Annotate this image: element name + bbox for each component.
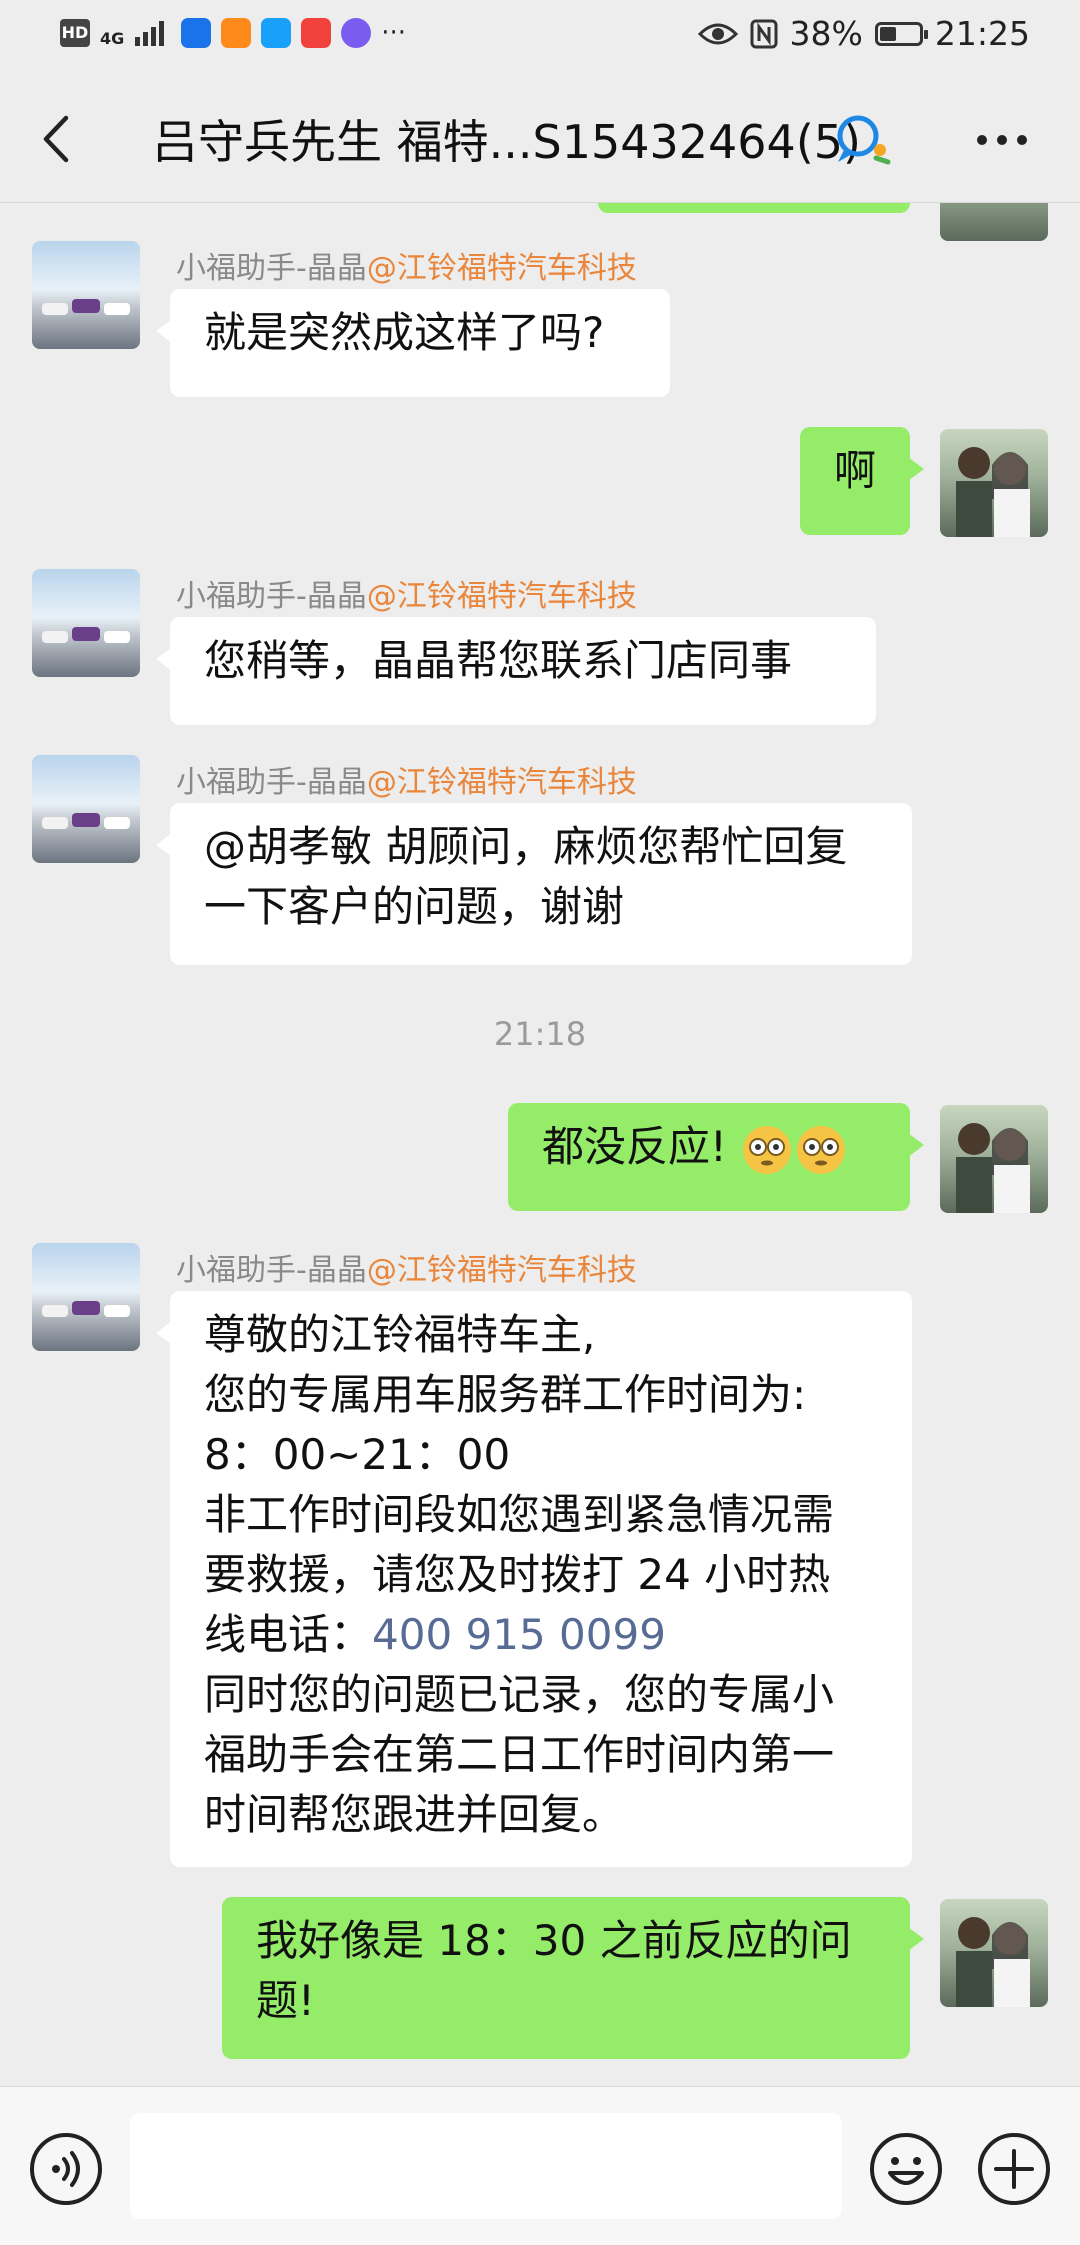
user-photo bbox=[956, 1123, 1030, 1213]
emoji-icon[interactable] bbox=[868, 2131, 944, 2207]
assistant-avatar[interactable] bbox=[32, 755, 140, 863]
message-text-line: 我好像是 18：30 之前反应的问 bbox=[256, 1916, 852, 1965]
sender-org: @江铃福特汽车科技 bbox=[366, 579, 637, 614]
message-text-line: 您的专属用车服务群工作时间为: bbox=[204, 1370, 807, 1419]
eye-icon bbox=[697, 23, 738, 44]
assistant-avatar[interactable] bbox=[32, 569, 140, 677]
message-text-line: 尊敬的江铃福特车主, bbox=[204, 1310, 596, 1359]
network-label: 4G bbox=[100, 29, 125, 48]
message-text-line: 要救援，请您及时拨打 24 小时热 bbox=[204, 1550, 831, 1599]
phone-label: 线电话： bbox=[204, 1610, 373, 1659]
bulb-app-icon bbox=[181, 18, 212, 48]
message-text: 都没反应! bbox=[542, 1122, 727, 1171]
user-photo bbox=[956, 447, 1030, 537]
user-avatar[interactable] bbox=[940, 1105, 1048, 1213]
message-timestamp: 21:18 bbox=[493, 1015, 587, 1053]
message-text-line: @胡孝敏 胡顾问，麻烦您帮忙回复 bbox=[204, 822, 848, 871]
message-text-line: 题! bbox=[256, 1976, 315, 2025]
user-avatar[interactable] bbox=[940, 1899, 1048, 2007]
chat-header: 吕守兵先生 福特...S15432464(5) bbox=[0, 72, 1080, 203]
sender-org: @江铃福特汽车科技 bbox=[366, 765, 637, 800]
assistant-avatar[interactable] bbox=[32, 1243, 140, 1351]
input-bar bbox=[0, 2086, 1080, 2245]
phone-number-link[interactable]: 400 915 0099 bbox=[372, 1610, 666, 1659]
signal-icon: 4G bbox=[100, 19, 171, 47]
user-photo bbox=[956, 1917, 1030, 2007]
back-arrow-icon[interactable] bbox=[36, 112, 80, 166]
status-bar: HD 4G ··· 38% 21:25 bbox=[0, 0, 1080, 72]
message-text-line: 线电话：400 915 0099 bbox=[204, 1605, 878, 1665]
sender-name: 小福助手-晶晶 bbox=[176, 1253, 367, 1288]
car-avatar-image bbox=[42, 627, 130, 643]
car-avatar-image bbox=[42, 1301, 130, 1317]
music-app-icon bbox=[341, 18, 372, 48]
car-avatar-image bbox=[42, 813, 130, 829]
plus-icon[interactable] bbox=[976, 2131, 1052, 2207]
video-app-icon bbox=[221, 18, 252, 48]
sender-org: @江铃福特汽车科技 bbox=[366, 251, 637, 286]
flushed-emoji-icon bbox=[743, 1125, 792, 1174]
hd-badge: HD bbox=[60, 19, 90, 47]
status-left: HD 4G ··· bbox=[60, 18, 406, 48]
car-avatar-image bbox=[42, 299, 130, 315]
message-text: 您稍等，晶晶帮您联系门店同事 bbox=[204, 636, 793, 685]
message-bubble[interactable]: 尊敬的江铃福特车主, 您的专属用车服务群工作时间为: 8：00~21：00 非工… bbox=[156, 1291, 912, 1867]
message-bubble[interactable]: 就是突然成这样了吗? bbox=[156, 289, 670, 397]
search-chat-icon[interactable] bbox=[832, 112, 896, 168]
message-text-line: 非工作时间段如您遇到紧急情况需 bbox=[204, 1490, 835, 1539]
message-text-line: 8：00~21：00 bbox=[204, 1430, 511, 1479]
battery-percent: 38% bbox=[789, 14, 863, 53]
chat-messages[interactable]: 小福助手-晶晶@江铃福特汽车科技 就是突然成这样了吗? 啊 小福助手-晶晶@江铃… bbox=[0, 203, 1080, 2085]
message-text: 就是突然成这样了吗? bbox=[204, 308, 605, 357]
message-text-line: 福助手会在第二日工作时间内第一 bbox=[204, 1730, 835, 1779]
message-bubble[interactable]: 啊 bbox=[800, 427, 924, 535]
message-bubble[interactable]: 都没反应! bbox=[508, 1103, 924, 1211]
sender-name: 小福助手-晶晶 bbox=[176, 251, 367, 286]
voice-input-icon[interactable] bbox=[28, 2131, 104, 2207]
message-text-line: 时间帮您跟进并回复。 bbox=[204, 1790, 625, 1839]
message-text-line: 一下客户的问题，谢谢 bbox=[204, 882, 625, 931]
message-bubble[interactable]: @胡孝敏 胡顾问，麻烦您帮忙回复 一下客户的问题，谢谢 bbox=[156, 803, 912, 965]
message-bubble[interactable]: 我好像是 18：30 之前反应的问 题! bbox=[222, 1897, 924, 2059]
message-bubble[interactable]: 您稍等，晶晶帮您联系门店同事 bbox=[156, 617, 876, 725]
battery-fill bbox=[879, 26, 896, 41]
more-options-icon[interactable] bbox=[974, 130, 1030, 150]
search-app-icon bbox=[261, 18, 292, 48]
status-right: 38% 21:25 bbox=[697, 14, 1030, 53]
more-notifications: ··· bbox=[381, 18, 407, 48]
message-input[interactable] bbox=[130, 2113, 842, 2219]
user-avatar[interactable] bbox=[940, 203, 1048, 241]
sender-label: 小福助手-晶晶@江铃福特汽车科技 bbox=[176, 757, 637, 801]
clock: 21:25 bbox=[934, 14, 1030, 53]
message-text: 啊 bbox=[834, 446, 877, 495]
game-app-icon bbox=[301, 18, 332, 48]
previous-message-bubble bbox=[598, 203, 910, 213]
sender-label: 小福助手-晶晶@江铃福特汽车科技 bbox=[176, 571, 637, 615]
message-text-line: 同时您的问题已记录，您的专属小 bbox=[204, 1670, 835, 1719]
nfc-icon bbox=[750, 19, 778, 48]
message-text-line: 都没反应! bbox=[542, 1117, 876, 1177]
battery-icon bbox=[874, 21, 928, 46]
flushed-emoji-icon bbox=[797, 1125, 846, 1174]
sender-org: @江铃福特汽车科技 bbox=[366, 1253, 637, 1288]
sender-label: 小福助手-晶晶@江铃福特汽车科技 bbox=[176, 1245, 637, 1289]
sender-label: 小福助手-晶晶@江铃福特汽车科技 bbox=[176, 243, 637, 287]
assistant-avatar[interactable] bbox=[32, 241, 140, 349]
user-avatar[interactable] bbox=[940, 429, 1048, 537]
sender-name: 小福助手-晶晶 bbox=[176, 765, 367, 800]
chat-title[interactable]: 吕守兵先生 福特...S15432464(5) bbox=[152, 106, 861, 172]
sender-name: 小福助手-晶晶 bbox=[176, 579, 367, 614]
